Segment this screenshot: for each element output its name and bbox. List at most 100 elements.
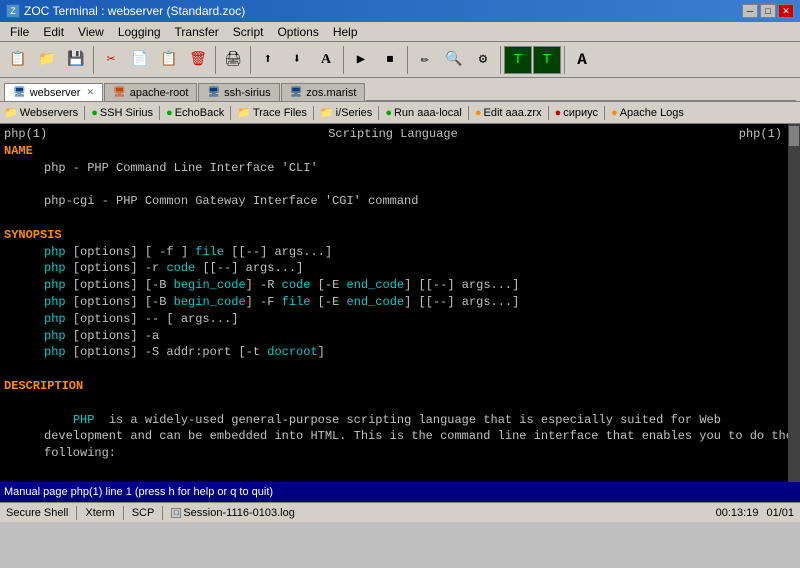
tool-new[interactable]: 📋: [4, 46, 32, 74]
section-synopsis: SYNOPSIS: [4, 227, 796, 244]
status-text: Manual page php(1) line 1 (press h for h…: [4, 486, 273, 498]
bm-edit-aaa-label: Edit aaa.zrx: [484, 107, 542, 119]
bm-run-aaa-label: Run aaa-local: [394, 107, 462, 119]
bm-apache-logs-icon: ●: [611, 107, 618, 119]
menu-logging[interactable]: Logging: [112, 24, 167, 40]
bm-webservers-icon: 📁: [4, 106, 18, 119]
minimize-button[interactable]: ─: [742, 4, 758, 18]
tool-settings[interactable]: ⚙: [469, 46, 497, 74]
bm-ssh-sirius-label: SSH Sirius: [100, 107, 153, 119]
name-php-cgi: php-cgi - PHP Common Gateway Interface '…: [44, 193, 796, 210]
tab-zos-marist[interactable]: 🖥 zos.marist: [281, 83, 366, 101]
xterm-label: Xterm: [85, 507, 114, 519]
title-bar-left: Z ZOC Terminal : webserver (Standard.zoc…: [6, 4, 245, 18]
tool-play[interactable]: ▶: [347, 46, 375, 74]
bm-apache-logs[interactable]: ● Apache Logs: [611, 107, 684, 119]
bm-sirius-cy[interactable]: ● сириус: [555, 107, 598, 119]
scp-label: SCP: [132, 507, 155, 519]
terminal[interactable]: php(1) Scripting Language php(1) NAME ph…: [0, 124, 800, 482]
window-controls[interactable]: ─ □ ✕: [742, 4, 794, 18]
tab-zos-marist-label: zos.marist: [306, 87, 356, 99]
tab-webserver-close[interactable]: ✕: [86, 87, 94, 98]
bottom-right: 00:13:19 01/01: [716, 507, 794, 519]
app-icon: Z: [6, 4, 20, 18]
synopsis-5: php [options] -- [ args...]: [44, 311, 796, 328]
synopsis-6: php [options] -a: [44, 328, 796, 345]
scroll-thumb[interactable]: [789, 126, 799, 146]
menu-script[interactable]: Script: [227, 24, 270, 40]
tool-search[interactable]: 🔍: [440, 46, 468, 74]
term-header-center: Scripting Language: [328, 126, 458, 143]
bm-echoback[interactable]: ● EchoBack: [166, 107, 224, 119]
bm-ssh-sirius[interactable]: ● SSH Sirius: [91, 107, 153, 119]
tab-webserver-label: webserver: [30, 87, 81, 99]
tool-open[interactable]: 📁: [33, 46, 61, 74]
blank-line-1: [4, 176, 796, 193]
bm-run-aaa-icon: ●: [385, 107, 392, 119]
maximize-button[interactable]: □: [760, 4, 776, 18]
bookmarks-bar: 📁 Webservers ● SSH Sirius ● EchoBack 📁 T…: [0, 102, 800, 124]
bm-run-aaa[interactable]: ● Run aaa-local: [385, 107, 462, 119]
secure-shell-label: Secure Shell: [6, 507, 68, 519]
tab-ssh-sirius-label: ssh-sirius: [224, 87, 270, 99]
bm-webservers-label: Webservers: [20, 107, 78, 119]
blank-line-3: [4, 361, 796, 378]
bm-iseries[interactable]: 📁 i/Series: [320, 106, 372, 119]
bottom-bar: Secure Shell Xterm SCP □ Session-1116-01…: [0, 502, 800, 522]
menu-edit[interactable]: Edit: [37, 24, 70, 40]
tool-cut[interactable]: ✂: [97, 46, 125, 74]
desc-1: PHP is a widely-used general-purpose scr…: [44, 395, 796, 479]
synopsis-4: php [options] [-B begin_code] -F file [-…: [44, 294, 796, 311]
blank-line-4: [4, 479, 796, 482]
bottom-xterm[interactable]: Xterm: [85, 507, 114, 519]
menu-help[interactable]: Help: [327, 24, 364, 40]
tool-font[interactable]: A: [312, 46, 340, 74]
bm-trace-files-icon: 📁: [237, 106, 251, 119]
tab-webserver[interactable]: 🖥 webserver ✕: [4, 83, 103, 101]
terminal-header: php(1) Scripting Language php(1): [4, 126, 796, 143]
tab-ssh-sirius[interactable]: 🖥 ssh-sirius: [198, 83, 279, 101]
menu-options[interactable]: Options: [271, 24, 324, 40]
tool-arrow-down[interactable]: ⬇: [283, 46, 311, 74]
tool-copy[interactable]: 📄: [126, 46, 154, 74]
tool-terminal1[interactable]: T: [504, 46, 532, 74]
bm-iseries-label: i/Series: [336, 107, 373, 119]
bm-trace-files[interactable]: 📁 Trace Files: [237, 106, 307, 119]
tool-font-a[interactable]: A: [568, 46, 596, 74]
bm-webservers[interactable]: 📁 Webservers: [4, 106, 78, 119]
tool-stop[interactable]: ⏹: [376, 46, 404, 74]
bm-trace-files-label: Trace Files: [253, 107, 307, 119]
bm-ssh-sirius-icon: ●: [91, 107, 98, 119]
bottom-secure-shell[interactable]: Secure Shell: [6, 507, 68, 519]
bottom-session: □ Session-1116-0103.log: [171, 507, 295, 519]
bm-edit-aaa-icon: ●: [475, 107, 482, 119]
bm-sirius-cy-label: сириус: [563, 107, 598, 119]
menu-transfer[interactable]: Transfer: [169, 24, 225, 40]
menu-file[interactable]: File: [4, 24, 35, 40]
bottom-scp[interactable]: SCP: [132, 507, 155, 519]
tool-terminal2[interactable]: T: [533, 46, 561, 74]
tool-paste[interactable]: 📋: [155, 46, 183, 74]
bm-edit-aaa[interactable]: ● Edit aaa.zrx: [475, 107, 542, 119]
tab-apache-root[interactable]: 🖥 apache-root: [104, 83, 197, 101]
tool-arrow-up[interactable]: ⬆: [254, 46, 282, 74]
menu-view[interactable]: View: [72, 24, 110, 40]
synopsis-2: php [options] -r code [[--] args...]: [44, 260, 796, 277]
tool-delete[interactable]: 🗑: [184, 46, 212, 74]
bm-sirius-cy-icon: ●: [555, 107, 562, 119]
bm-echoback-label: EchoBack: [175, 107, 225, 119]
tool-print[interactable]: 🖨: [219, 46, 247, 74]
synopsis-1: php [options] [ -f ] file [[--] args...]: [44, 244, 796, 261]
blank-line-2: [4, 210, 796, 227]
term-header-left: php(1): [4, 126, 47, 143]
bm-apache-logs-label: Apache Logs: [620, 107, 684, 119]
bottom-date: 01/01: [766, 507, 794, 519]
scrollbar[interactable]: [788, 124, 800, 482]
session-log-label: Session-1116-0103.log: [183, 507, 295, 519]
close-button[interactable]: ✕: [778, 4, 794, 18]
tab-bar: 🖥 webserver ✕ 🖥 apache-root 🖥 ssh-sirius…: [0, 78, 800, 102]
status-bar: Manual page php(1) line 1 (press h for h…: [0, 482, 800, 502]
bm-iseries-icon: 📁: [320, 106, 334, 119]
tool-edit[interactable]: ✏: [411, 46, 439, 74]
tool-save[interactable]: 💾: [62, 46, 90, 74]
